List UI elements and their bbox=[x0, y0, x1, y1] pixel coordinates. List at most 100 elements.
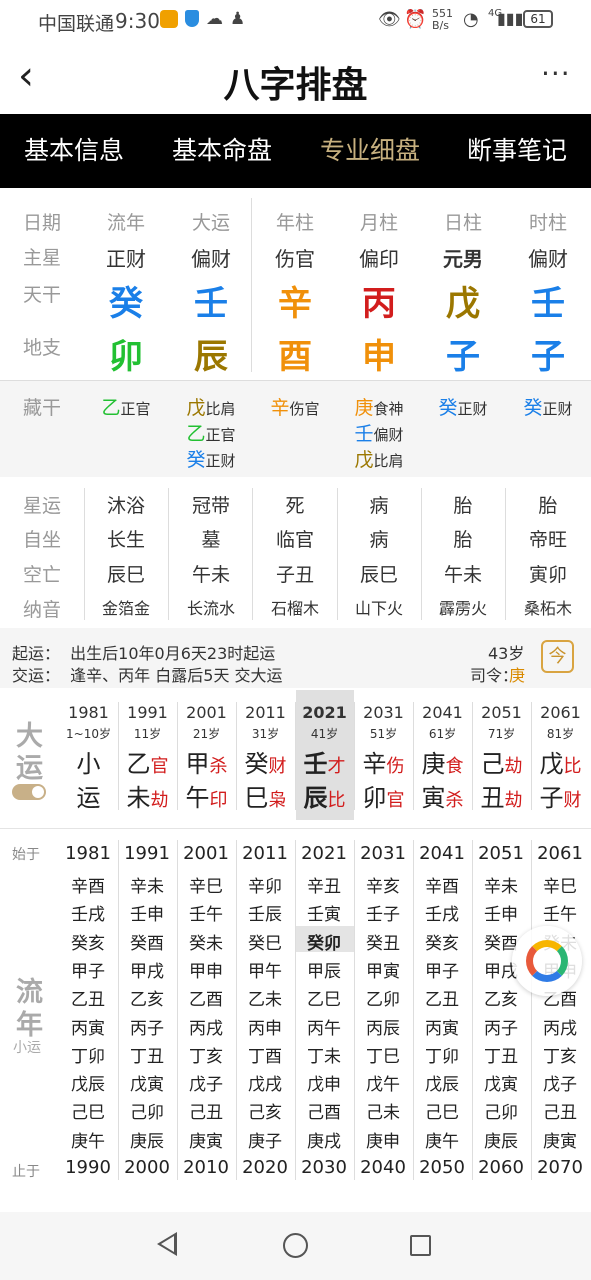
liunian-item: 辛卯 bbox=[248, 877, 282, 897]
dayun-pair: 庚食 bbox=[413, 744, 472, 779]
pillar-gan: 癸 bbox=[109, 284, 143, 324]
dayun-year: 2021 bbox=[302, 703, 347, 722]
pillar-zhi: 申 bbox=[362, 337, 396, 377]
pillar-star: 元男 bbox=[443, 247, 483, 271]
nav-home-icon[interactable] bbox=[283, 1233, 308, 1258]
tab-basic-info[interactable]: 基本信息 bbox=[0, 114, 148, 188]
dayun-age: 31岁 bbox=[251, 727, 280, 741]
liunian-item: 癸亥 bbox=[425, 933, 459, 954]
liunian-start-year: 2031 bbox=[360, 843, 406, 864]
liunian-end-year: 2000 bbox=[124, 1157, 170, 1178]
net-speed: 551 B/s bbox=[432, 7, 453, 32]
dayun-shen: 杀 bbox=[445, 790, 464, 811]
end-label: 止于 bbox=[12, 1164, 40, 1180]
dayun-shen: 枭 bbox=[268, 790, 287, 811]
dayun-pair: 壬才 bbox=[295, 744, 354, 779]
canggan-shen: 正财 bbox=[542, 400, 573, 418]
liunian-item: 甲寅 bbox=[366, 961, 400, 982]
canggan-item: 壬偏财 bbox=[334, 419, 424, 446]
dayun-gan: 小 bbox=[76, 750, 101, 778]
dayun-shen: 劫 bbox=[150, 790, 169, 811]
liunian-item: 壬午 bbox=[189, 905, 223, 926]
jiaoyun-line: 交运： 逢辛、丙年 白露后5天 交大运 bbox=[12, 666, 283, 685]
dayun-char: 壬 bbox=[303, 750, 328, 778]
row-label-xingyun: 星运 bbox=[23, 495, 62, 517]
canggan-gan: 戊 bbox=[354, 449, 374, 471]
tab-basic-chart[interactable]: 基本命盘 bbox=[148, 114, 296, 188]
dayun-char: 乙 bbox=[126, 750, 151, 778]
liunian-item: 癸巳 bbox=[248, 933, 282, 954]
canggan-item: 乙正官 bbox=[81, 393, 171, 420]
today-icon[interactable]: 今 bbox=[541, 640, 574, 673]
camera-float-icon[interactable] bbox=[512, 926, 582, 996]
carrier: 中国联通 bbox=[38, 13, 115, 35]
tab-notes[interactable]: 断事笔记 bbox=[443, 114, 591, 188]
dayun-char: 庚 bbox=[421, 750, 446, 778]
dayun-age: 41岁 bbox=[310, 727, 339, 741]
canggan-shen: 比肩 bbox=[373, 452, 404, 470]
battery-icon: 61 bbox=[523, 10, 553, 28]
info-cell: 长生 bbox=[106, 529, 145, 551]
liunian-item: 庚辰 bbox=[484, 1131, 518, 1152]
liunian-item: 丙戌 bbox=[543, 1018, 577, 1039]
liunian-item: 壬午 bbox=[543, 905, 577, 926]
liunian-item: 乙巳 bbox=[307, 990, 341, 1011]
liunian-item: 庚寅 bbox=[189, 1131, 223, 1152]
pillar-head: 日柱 bbox=[443, 212, 482, 234]
dayun-char: 辛 bbox=[362, 750, 387, 778]
dayun-year: 2011 bbox=[245, 703, 286, 722]
canggan-item: 癸正财 bbox=[503, 393, 591, 420]
liunian-start-year: 2061 bbox=[537, 843, 583, 864]
liunian-item: 壬寅 bbox=[307, 905, 341, 926]
info-cell: 金箔金 bbox=[101, 599, 150, 618]
liunian-start-year: 2001 bbox=[183, 843, 229, 864]
info-cell: 午未 bbox=[443, 564, 482, 586]
liunian-item: 甲申 bbox=[189, 961, 223, 982]
pillar-head: 大运 bbox=[191, 212, 230, 234]
liunian-item: 戊午 bbox=[366, 1075, 400, 1096]
liunian-item: 戊寅 bbox=[484, 1075, 518, 1096]
dayun-char: 卯 bbox=[362, 784, 387, 812]
canggan-shen: 比肩 bbox=[205, 400, 236, 418]
pillar-zhi: 卯 bbox=[109, 337, 143, 377]
row-label-zizuo: 自坐 bbox=[23, 529, 62, 551]
canggan-item: 辛伤官 bbox=[250, 393, 340, 420]
pillar-gan: 辛 bbox=[278, 284, 312, 324]
row-label-gan: 天干 bbox=[23, 284, 62, 306]
dayun-age: 61岁 bbox=[428, 727, 457, 741]
age-text: 43岁 bbox=[488, 644, 525, 663]
liunian-item: 庚寅 bbox=[543, 1131, 577, 1152]
pillar-head: 月柱 bbox=[359, 212, 398, 234]
canggan-gan: 戊 bbox=[186, 397, 206, 419]
more-icon[interactable]: ··· bbox=[541, 60, 571, 88]
pillar-star: 伤官 bbox=[275, 247, 315, 271]
dayun-pair: 辛伤 bbox=[354, 744, 413, 779]
liunian-start-year: 2041 bbox=[419, 843, 465, 864]
tab-pro-chart[interactable]: 专业细盘 bbox=[296, 114, 444, 188]
nav-back-icon[interactable] bbox=[157, 1232, 177, 1256]
pillar-head: 时柱 bbox=[528, 212, 567, 234]
liunian-item: 戊申 bbox=[307, 1075, 341, 1096]
liunian-item: 丁巳 bbox=[366, 1046, 400, 1067]
info-cell: 辰巳 bbox=[359, 564, 398, 586]
dayun-pair: 甲杀 bbox=[177, 744, 236, 779]
dayun-toggle[interactable] bbox=[12, 784, 46, 800]
dayun-pair: 子财 bbox=[531, 778, 590, 813]
liunian-item: 己卯 bbox=[130, 1103, 164, 1124]
liunian-item: 丁卯 bbox=[425, 1046, 459, 1067]
liunian-item: 己巳 bbox=[71, 1103, 105, 1124]
liunian-item: 庚子 bbox=[248, 1131, 282, 1152]
info-cell: 病 bbox=[369, 529, 389, 551]
wifi-icon: ◔ bbox=[463, 9, 479, 30]
liunian-item: 癸亥 bbox=[71, 933, 105, 954]
dayun-pair: 未劫 bbox=[118, 778, 177, 813]
liunian-item: 壬戌 bbox=[425, 905, 459, 926]
nav-recents-icon[interactable] bbox=[410, 1235, 431, 1256]
dayun-pair: 巳枭 bbox=[236, 778, 295, 813]
liunian-item: 庚辰 bbox=[130, 1131, 164, 1152]
canggan-gan: 庚 bbox=[354, 397, 374, 419]
canggan-shen: 偏财 bbox=[373, 426, 404, 444]
liunian-item: 戊辰 bbox=[71, 1075, 105, 1096]
dayun-year: 1991 bbox=[127, 703, 168, 722]
xiaoyun-label: 小运 bbox=[13, 1040, 41, 1056]
